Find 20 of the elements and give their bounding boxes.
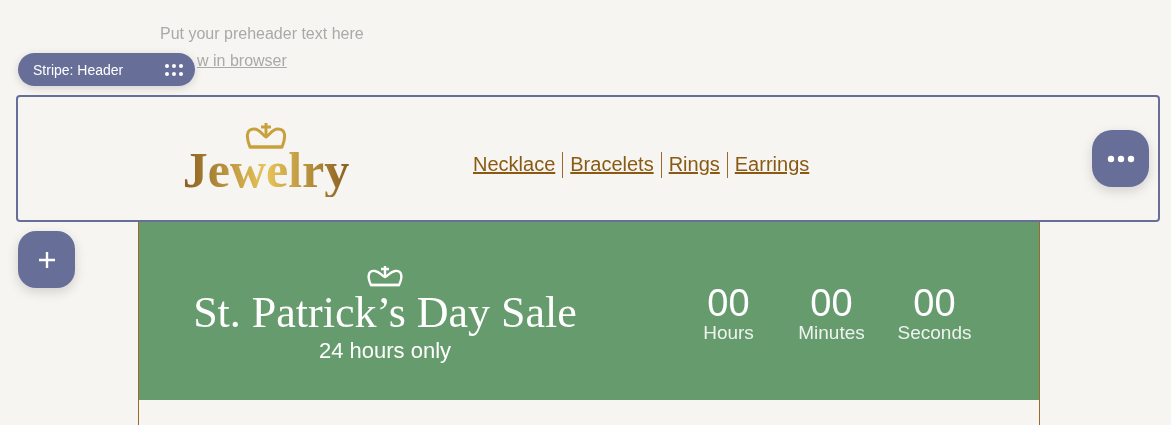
nav-link[interactable]: Rings (668, 153, 720, 176)
drag-handle-icon[interactable] (164, 62, 184, 77)
nav-link[interactable]: Necklace (473, 153, 556, 176)
nav-link[interactable]: Bracelets (570, 153, 654, 176)
add-button[interactable] (18, 231, 75, 288)
plus-icon (36, 249, 57, 270)
more-button[interactable] (1092, 130, 1149, 187)
countdown-value: 00 (913, 284, 956, 322)
countdown-value: 00 (707, 284, 750, 322)
more-icon (1106, 154, 1135, 163)
countdown-unit: Seconds (897, 322, 972, 344)
sale-title: St. Patrick’s Day Sale (193, 289, 577, 337)
sale-subtitle: 24 hours only (318, 337, 452, 365)
countdown-value: 00 (810, 284, 853, 322)
nav-link[interactable]: Earrings (734, 153, 810, 176)
countdown-unit: Hours (703, 322, 754, 344)
countdown-unit: Minutes (798, 322, 865, 344)
preheader-text: Put your preheader text here (160, 24, 365, 44)
stripe-label[interactable]: Stripe: Header (18, 53, 195, 86)
crown-icon (365, 265, 405, 289)
